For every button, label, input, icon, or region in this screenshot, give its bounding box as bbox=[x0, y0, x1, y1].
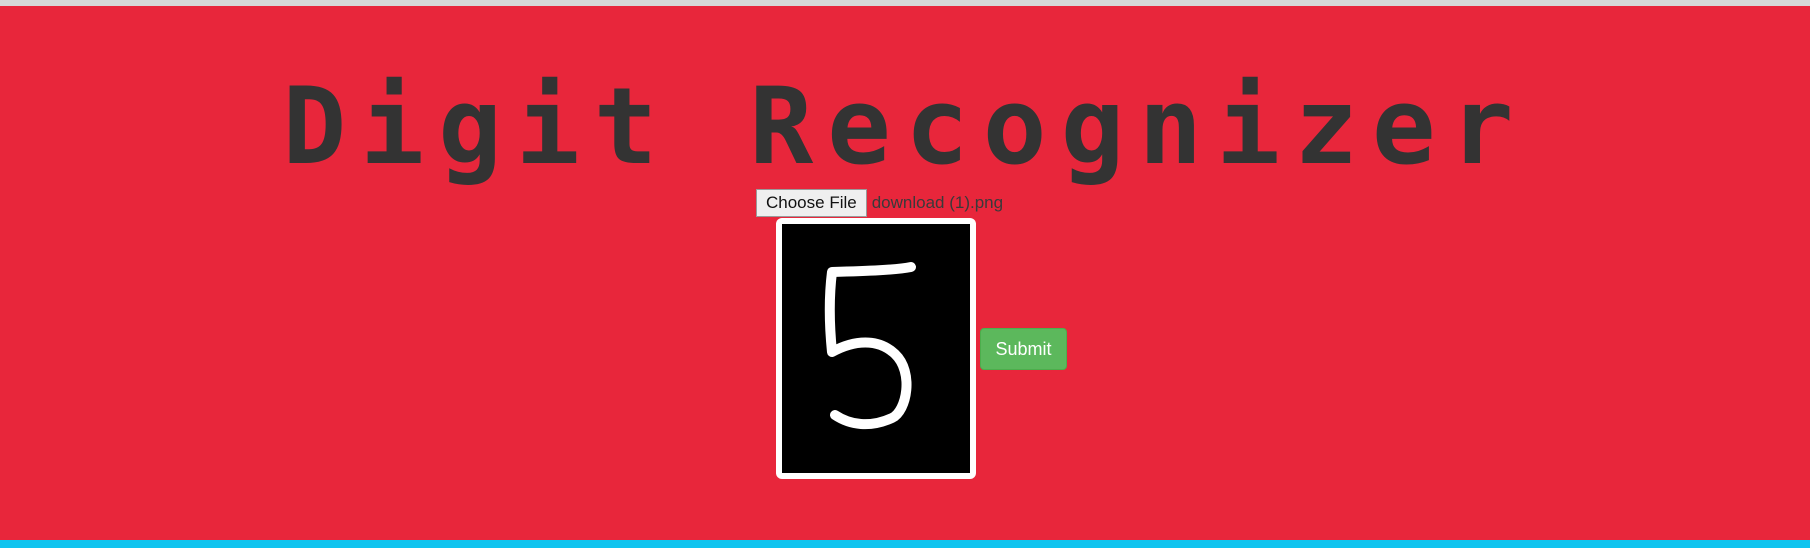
page-title: Digit Recognizer bbox=[282, 65, 1528, 188]
file-upload-row: Choose File download (1).png bbox=[756, 189, 1003, 217]
digit-five-drawing bbox=[824, 262, 916, 430]
image-preview-frame bbox=[776, 218, 976, 479]
choose-file-button[interactable]: Choose File bbox=[756, 189, 867, 217]
uploaded-digit-image bbox=[782, 224, 970, 473]
submit-button[interactable]: Submit bbox=[980, 328, 1067, 370]
selected-file-name: download (1).png bbox=[871, 193, 1004, 212]
bottom-accent-bar bbox=[0, 540, 1810, 548]
